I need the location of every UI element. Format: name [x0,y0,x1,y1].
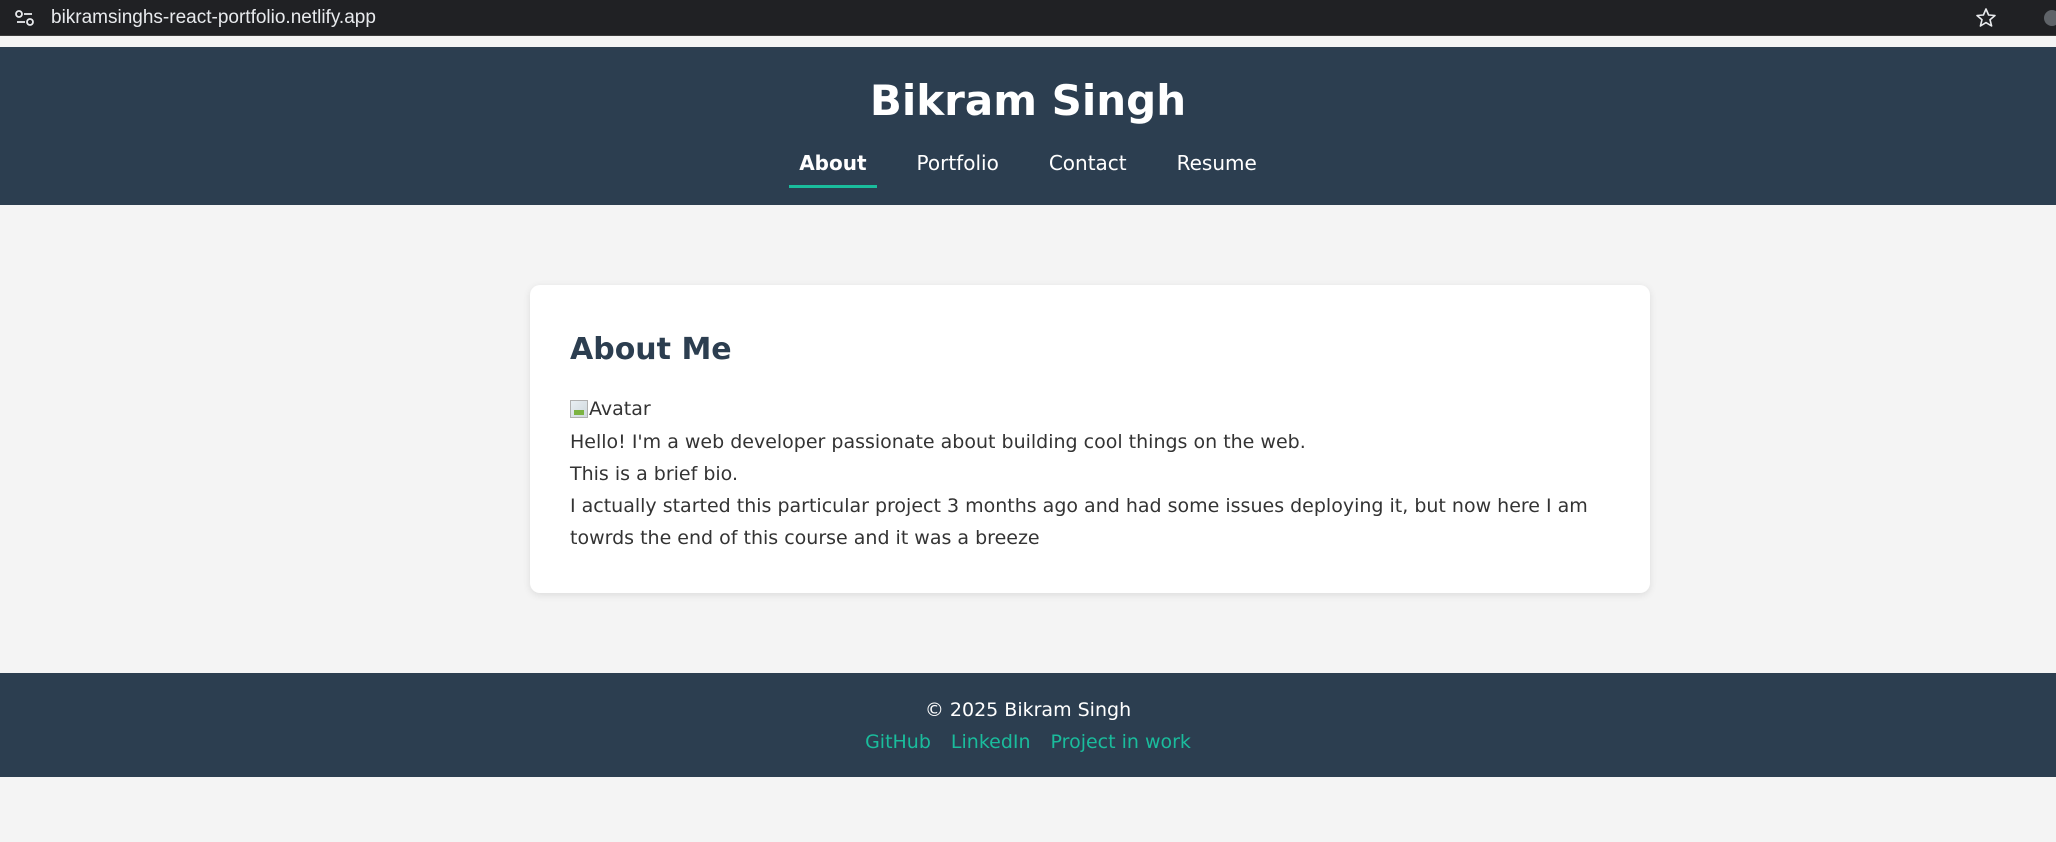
linkedin-link[interactable]: LinkedIn [951,729,1031,755]
avatar-alt-text: Avatar [589,398,651,420]
about-card: About Me Avatar Hello! I'm a web develop… [530,285,1650,593]
broken-image-icon [570,400,588,418]
address-url[interactable]: bikramsinghs-react-portfolio.netlify.app [51,6,376,30]
main-nav: About Portfolio Contact Resume [0,150,2056,190]
about-heading: About Me [570,332,732,367]
nav-about[interactable]: About [789,150,877,188]
nav-resume[interactable]: Resume [1167,150,1267,185]
bio-line: Hello! I'm a web developer passionate ab… [570,431,1306,453]
project-in-work-link[interactable]: Project in work [1051,729,1191,755]
bio: Hello! I'm a web developer passionate ab… [570,426,1620,554]
footer-links: GitHub LinkedIn Project in work [0,729,2056,755]
bio-line: I actually started this particular proje… [570,495,1588,549]
site-header: Bikram Singh About Portfolio Contact Resume [0,47,2056,205]
bio-line: This is a brief bio. [570,463,739,485]
browser-address-bar: bikramsinghs-react-portfolio.netlify.app [0,0,2056,36]
copyright: © 2025 Bikram Singh [924,699,1132,721]
nav-contact[interactable]: Contact [1039,150,1137,185]
avatar: Avatar [570,396,651,422]
site-info-icon[interactable] [14,8,36,28]
extension-icon[interactable] [2040,6,2056,30]
nav-portfolio[interactable]: Portfolio [907,150,1009,185]
site-title: Bikram Singh [869,76,1187,125]
github-link[interactable]: GitHub [865,729,931,755]
site-footer: © 2025 Bikram Singh GitHub LinkedIn Projec… [0,673,2056,777]
bookmark-star-icon[interactable] [1974,6,1998,30]
